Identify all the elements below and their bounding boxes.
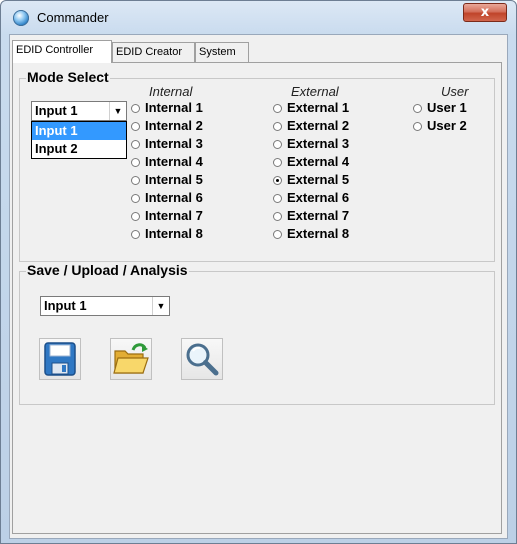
- close-button[interactable]: x: [463, 3, 507, 22]
- chevron-down-icon[interactable]: ▼: [152, 297, 169, 315]
- radio-label: External 4: [287, 154, 350, 169]
- radio-button[interactable]: [273, 158, 282, 167]
- open-upload-button[interactable]: [110, 338, 152, 380]
- radio-label: Internal 5: [145, 172, 203, 187]
- internal-header: Internal: [149, 84, 193, 99]
- radio-button[interactable]: [273, 140, 282, 149]
- radio-label: External 3: [287, 136, 350, 151]
- mode-select-group: Mode Select Internal External User Inter…: [19, 69, 495, 262]
- radio-button[interactable]: [273, 194, 282, 203]
- mode-input-dropdown-list: Input 1 Input 2: [31, 121, 127, 159]
- client-area: EDID Controller EDID Creator System Mode…: [9, 34, 508, 539]
- chevron-down-icon[interactable]: ▼: [109, 102, 126, 120]
- save-upload-label: Save / Upload / Analysis: [26, 262, 189, 278]
- radio-button-checked[interactable]: [273, 176, 282, 185]
- radio-label: Internal 4: [145, 154, 203, 169]
- mode-input-combo[interactable]: Input 1 ▼: [31, 101, 127, 121]
- radio-button[interactable]: [273, 104, 282, 113]
- radio-label: Internal 8: [145, 226, 203, 241]
- save-button[interactable]: [39, 338, 81, 380]
- dropdown-option-input-2[interactable]: Input 2: [32, 140, 126, 158]
- radio-button[interactable]: [131, 140, 140, 149]
- radio-button[interactable]: [273, 230, 282, 239]
- edid-controller-panel: Mode Select Internal External User Inter…: [12, 62, 502, 534]
- mode-select-label: Mode Select: [26, 69, 110, 85]
- radio-button[interactable]: [273, 212, 282, 221]
- radio-button[interactable]: [413, 122, 422, 131]
- tab-system[interactable]: System: [195, 42, 249, 62]
- external-header: External: [291, 84, 339, 99]
- radio-label: Internal 1: [145, 100, 203, 115]
- radio-label: Internal 3: [145, 136, 203, 151]
- combo-value: Input 1: [35, 103, 78, 118]
- save-icon: [44, 342, 76, 376]
- title-bar[interactable]: Commander x: [1, 1, 516, 35]
- radio-button[interactable]: [131, 104, 140, 113]
- save-upload-group: Save / Upload / Analysis Input 1 ▼: [19, 262, 495, 405]
- radio-label: User 2: [427, 118, 467, 133]
- dropdown-option-input-1[interactable]: Input 1: [32, 122, 126, 140]
- radio-label: External 8: [287, 226, 350, 241]
- radio-label: Internal 2: [145, 118, 203, 133]
- radio-label: External 2: [287, 118, 350, 133]
- globe-icon: [13, 10, 29, 26]
- radio-button[interactable]: [413, 104, 422, 113]
- user-header: User: [441, 84, 469, 99]
- radio-button[interactable]: [273, 122, 282, 131]
- open-folder-icon: [113, 343, 149, 374]
- radio-label: External 1: [287, 100, 350, 115]
- radio-label: Internal 6: [145, 190, 203, 205]
- radio-button[interactable]: [131, 158, 140, 167]
- commander-window: Commander x EDID Controller EDID Creator…: [0, 0, 517, 544]
- analysis-button[interactable]: [181, 338, 223, 380]
- radio-button[interactable]: [131, 194, 140, 203]
- radio-label: External 5: [287, 172, 350, 187]
- radio-button[interactable]: [131, 176, 140, 185]
- radio-button[interactable]: [131, 212, 140, 221]
- radio-label: User 1: [427, 100, 467, 115]
- radio-label: External 6: [287, 190, 350, 205]
- save-input-combo[interactable]: Input 1 ▼: [40, 296, 170, 316]
- magnifier-icon: [186, 343, 219, 376]
- tab-edid-controller[interactable]: EDID Controller: [12, 40, 112, 63]
- radio-button[interactable]: [131, 122, 140, 131]
- tab-edid-creator[interactable]: EDID Creator: [112, 42, 195, 62]
- radio-label: Internal 7: [145, 208, 203, 223]
- radio-label: External 7: [287, 208, 350, 223]
- combo-value: Input 1: [44, 298, 87, 313]
- window-title: Commander: [37, 10, 109, 25]
- radio-button[interactable]: [131, 230, 140, 239]
